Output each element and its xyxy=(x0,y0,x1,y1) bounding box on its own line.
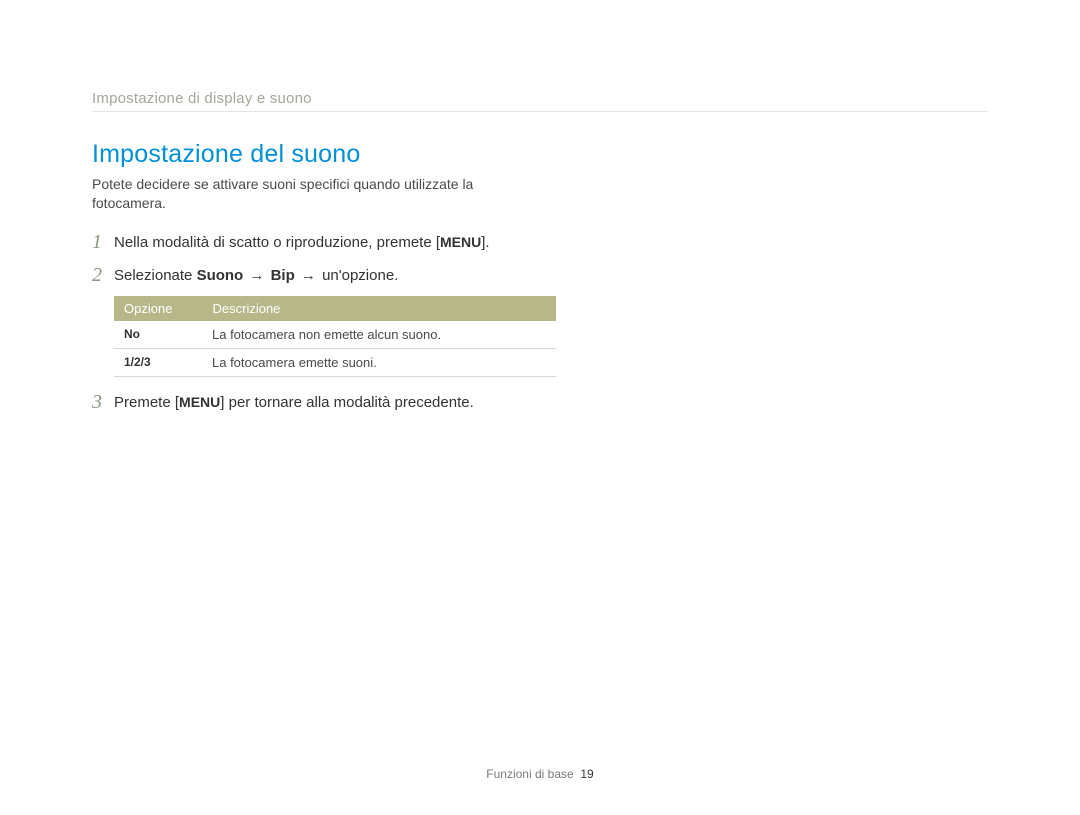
step-text: Selezionate Suono → Bip → un'opzione. xyxy=(114,264,398,287)
breadcrumb: Impostazione di display e suono xyxy=(92,90,988,112)
step-number: 1 xyxy=(92,231,114,253)
step-pre: Nella modalità di scatto o riproduzione,… xyxy=(114,234,440,251)
menu-path-bip: Bip xyxy=(271,267,295,284)
table-row: 1/2/3 La fotocamera emette suoni. xyxy=(114,349,556,377)
options-table: Opzione Descrizione No La fotocamera non… xyxy=(114,296,556,377)
step-post: un'opzione. xyxy=(318,267,398,284)
step-text: Premete [MENU] per tornare alla modalità… xyxy=(114,391,474,414)
steps-list: 1 Nella modalità di scatto o riproduzion… xyxy=(92,231,988,414)
menu-key: MENU xyxy=(440,234,481,250)
step-number: 2 xyxy=(92,264,114,286)
table-row: No La fotocamera non emette alcun suono. xyxy=(114,321,556,349)
step-post: ] per tornare alla modalità precedente. xyxy=(220,394,473,411)
arrow-icon: → xyxy=(299,265,318,287)
step-text: Nella modalità di scatto o riproduzione,… xyxy=(114,231,490,254)
menu-key: MENU xyxy=(179,394,220,410)
page-heading: Impostazione del suono xyxy=(92,140,988,169)
step-post: ]. xyxy=(481,234,489,251)
intro-text: Potete decidere se attivare suoni specif… xyxy=(92,175,522,213)
description-cell: La fotocamera emette suoni. xyxy=(202,349,556,377)
table-header-option: Opzione xyxy=(114,296,202,321)
footer-page-number: 19 xyxy=(580,767,593,781)
option-cell: 1/2/3 xyxy=(114,349,202,377)
table-header-description: Descrizione xyxy=(202,296,556,321)
option-cell: No xyxy=(114,321,202,349)
step-pre: Premete [ xyxy=(114,394,179,411)
description-cell: La fotocamera non emette alcun suono. xyxy=(202,321,556,349)
page-footer: Funzioni di base 19 xyxy=(0,767,1080,781)
step-number: 3 xyxy=(92,391,114,413)
step-1: 1 Nella modalità di scatto o riproduzion… xyxy=(92,231,988,254)
step-pre: Selezionate xyxy=(114,267,197,284)
arrow-icon: → xyxy=(247,265,266,287)
footer-section: Funzioni di base xyxy=(486,767,573,781)
step-3: 3 Premete [MENU] per tornare alla modali… xyxy=(92,391,988,414)
step-2: 2 Selezionate Suono → Bip → un'opzione. xyxy=(92,264,988,287)
menu-path-suono: Suono xyxy=(197,267,244,284)
